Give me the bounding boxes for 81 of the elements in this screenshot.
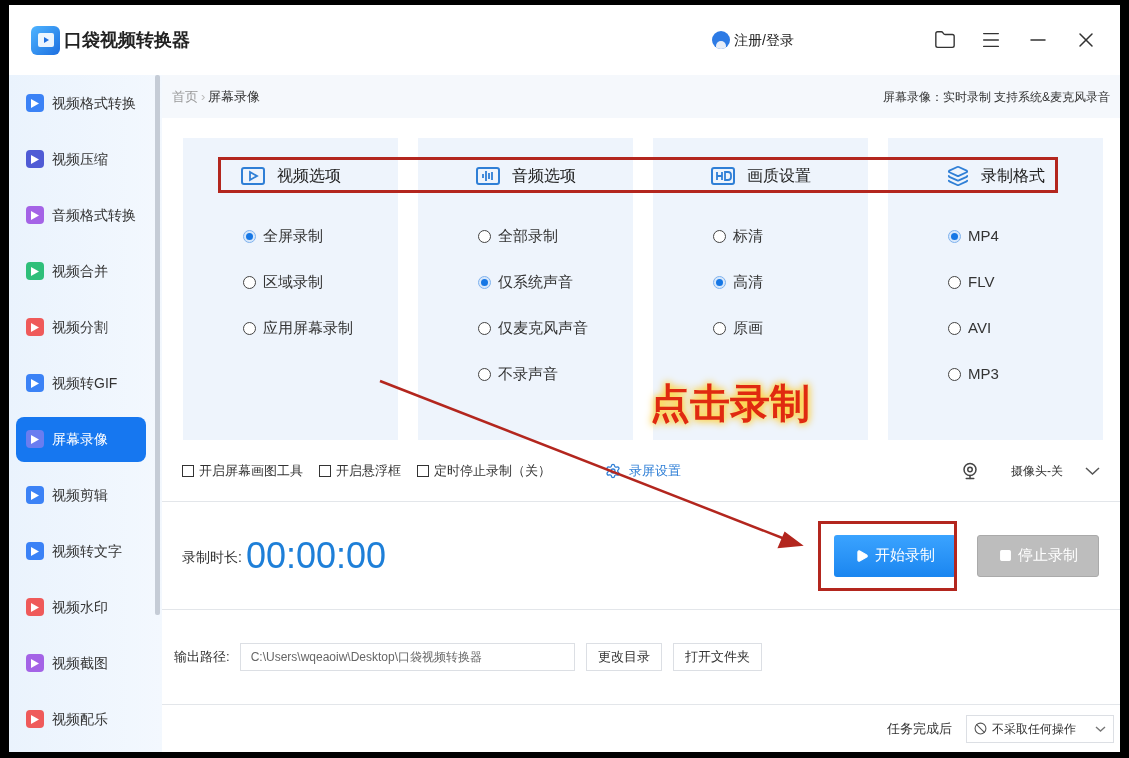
- radio-label: 标清: [733, 225, 763, 246]
- radio-label: 仅麦克风声音: [498, 317, 588, 338]
- app-logo-icon: [31, 25, 60, 55]
- radio-label: FLV: [968, 271, 995, 292]
- radio-label: AVI: [968, 317, 992, 338]
- radio-button[interactable]: [478, 275, 491, 289]
- camera-icon: [961, 461, 979, 480]
- radio-button[interactable]: [478, 321, 491, 335]
- output-action-button[interactable]: 更改目录: [585, 643, 662, 671]
- play-icon: [855, 548, 869, 563]
- chevron-down-icon: [1095, 725, 1106, 732]
- panel-title: 音频选项: [511, 165, 576, 186]
- video-icon: [240, 166, 265, 185]
- checkbox-label: 开启屏幕画图工具: [199, 461, 303, 480]
- radio-label: 原画: [733, 317, 763, 338]
- radio-button[interactable]: [478, 367, 491, 381]
- radio-label: 全部录制: [498, 225, 558, 246]
- quality-icon: [710, 166, 735, 185]
- output-path-label: 输出路径:: [174, 648, 230, 667]
- sidebar-item[interactable]: 视频转GIF: [16, 360, 146, 406]
- radio-button[interactable]: [948, 275, 961, 289]
- checkbox-label: 开启悬浮框: [336, 461, 401, 480]
- sidebar-item[interactable]: 视频剪辑: [16, 472, 146, 518]
- sidebar-item[interactable]: 视频格式转换: [16, 80, 146, 126]
- camera-dropdown[interactable]: 摄像头-关: [1011, 461, 1100, 480]
- after-task-select[interactable]: 不采取任何操作: [966, 714, 1114, 743]
- waveform-icon: [475, 166, 500, 185]
- checkbox[interactable]: [182, 464, 194, 477]
- screen-settings-link[interactable]: 录屏设置: [605, 460, 681, 481]
- timer-display: 00:00:00: [245, 533, 387, 578]
- panel-title: 视频选项: [276, 165, 341, 186]
- sidebar-item[interactable]: 视频压缩: [16, 136, 146, 182]
- ban-icon: [974, 722, 987, 735]
- output-path-field[interactable]: C:\Users\wqeaoiw\Desktop\口袋视频转换器: [239, 643, 575, 671]
- radio-button[interactable]: [243, 229, 256, 243]
- radio-button[interactable]: [243, 275, 256, 289]
- radio-label: 全屏录制: [263, 225, 323, 246]
- chevron-down-icon: [1085, 466, 1100, 475]
- sidebar-item[interactable]: 视频分割: [16, 304, 146, 350]
- radio-button[interactable]: [713, 321, 726, 335]
- breadcrumb-current: 屏幕录像: [208, 87, 261, 106]
- radio-label: 区域录制: [263, 271, 323, 292]
- radio-button[interactable]: [713, 275, 726, 289]
- sidebar-item[interactable]: 视频转文字: [16, 528, 146, 574]
- app-title: 口袋视频转换器: [64, 28, 190, 52]
- sidebar-item[interactable]: 视频配乐: [16, 696, 146, 742]
- radio-label: 仅系统声音: [498, 271, 573, 292]
- radio-label: MP4: [968, 225, 999, 246]
- stop-icon: [998, 549, 1012, 562]
- breadcrumb-separator: ›: [201, 87, 206, 106]
- callout-text: 点击录制: [650, 380, 810, 427]
- radio-button[interactable]: [713, 229, 726, 243]
- settings-icon: [605, 462, 621, 479]
- sidebar-item[interactable]: 屏幕录像: [16, 416, 146, 462]
- sidebar-item[interactable]: 视频合并: [16, 248, 146, 294]
- radio-button[interactable]: [948, 229, 961, 243]
- radio-button[interactable]: [478, 229, 491, 243]
- radio-label: 高清: [733, 271, 763, 292]
- folder-icon[interactable]: [934, 29, 956, 51]
- checkbox[interactable]: [417, 464, 429, 477]
- layers-icon: [946, 164, 969, 187]
- login-button[interactable]: 注册/登录: [712, 29, 794, 51]
- sidebar-item[interactable]: 音频格式转换: [16, 192, 146, 238]
- output-action-button[interactable]: 打开文件夹: [672, 643, 762, 671]
- checkbox[interactable]: [319, 464, 331, 477]
- checkbox-label: 定时停止录制（关）: [434, 461, 551, 480]
- after-task-label: 任务完成后: [887, 719, 952, 738]
- radio-button[interactable]: [243, 321, 256, 335]
- scrollbar-thumb[interactable]: [155, 75, 160, 615]
- timer-label: 录制时长:: [182, 548, 242, 567]
- panel-title: 录制格式: [980, 165, 1045, 186]
- sidebar-item[interactable]: 视频截图: [16, 640, 146, 686]
- avatar-icon: [712, 31, 731, 49]
- radio-label: 不录声音: [498, 363, 558, 384]
- page-description: 屏幕录像：实时录制 支持系统&麦克风录音: [882, 88, 1110, 106]
- radio-label: MP3: [968, 363, 999, 384]
- radio-label: 应用屏幕录制: [263, 317, 353, 338]
- radio-button[interactable]: [948, 321, 961, 335]
- sidebar-item[interactable]: 视频水印: [16, 584, 146, 630]
- panel-title: 画质设置: [746, 165, 811, 186]
- radio-button[interactable]: [948, 367, 961, 381]
